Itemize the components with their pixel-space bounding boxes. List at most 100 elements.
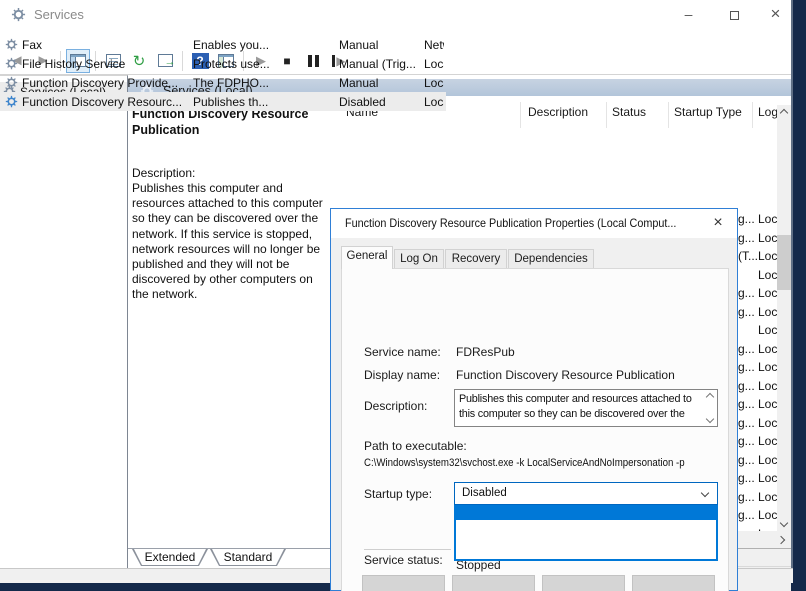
column-header-startup-type[interactable]: Startup Type (674, 105, 742, 119)
scroll-up-button[interactable] (777, 105, 791, 121)
services-gear-icon (11, 7, 26, 22)
service-logon-cell: Loc (758, 397, 777, 411)
table-row[interactable]: g... Loc (738, 488, 777, 507)
table-row[interactable]: Fax Enables you... Manual Netw... (0, 35, 446, 54)
tab-standard[interactable]: Standard (210, 549, 286, 566)
service-control-button[interactable] (632, 575, 715, 591)
table-row[interactable]: g... Loc (738, 469, 777, 488)
table-row[interactable]: g... Loc (738, 432, 777, 451)
service-logon-cell: Loc (758, 416, 777, 430)
service-gear-icon (5, 76, 18, 89)
table-row[interactable]: Loc (738, 266, 777, 285)
table-row[interactable]: File History Service Protects use... Man… (0, 54, 446, 73)
table-row[interactable]: g... Loc (738, 303, 777, 322)
service-gear-icon (5, 38, 18, 51)
service-name-label: Service name: (364, 345, 441, 359)
textbox-scroll-arrows[interactable] (703, 390, 717, 426)
service-name-cell: Fax (22, 38, 42, 52)
services-rows: Fax Enables you... Manual Netw... File H… (0, 35, 446, 111)
chevron-down-icon (701, 489, 709, 497)
service-logon-cell: Loc (758, 286, 777, 300)
table-row[interactable]: g... Loc (738, 229, 777, 248)
column-header-description[interactable]: Description (528, 105, 588, 119)
tab-extended[interactable]: Extended (132, 549, 208, 566)
path-label: Path to executable: (364, 439, 467, 453)
service-control-button[interactable] (452, 575, 535, 591)
service-logon-cell: Loca... (424, 95, 444, 109)
table-row[interactable]: g... Loc (738, 414, 777, 433)
table-row[interactable]: Function Discovery Provide... The FDPHO.… (0, 73, 446, 92)
column-header-log-on-as[interactable]: Log (758, 105, 778, 119)
table-row[interactable]: g... Loc (738, 210, 777, 229)
maximize-button[interactable] (712, 0, 757, 28)
tab-dependencies[interactable]: Dependencies (508, 249, 594, 269)
service-gear-icon (5, 57, 18, 70)
description-label: Description: (364, 399, 427, 413)
service-description-cell: The FDPHO... (193, 76, 276, 90)
service-logon-cell: Loc (758, 508, 777, 522)
table-row[interactable]: g... Loc (738, 358, 777, 377)
display-name-label: Display name: (364, 368, 440, 382)
service-logon-cell: Loca... (424, 57, 444, 71)
chevron-down-icon[interactable] (706, 415, 714, 423)
service-logon-cell: Loc (758, 434, 777, 448)
service-name-cell: Function Discovery Resourc... (22, 95, 182, 109)
scrollbar-thumb[interactable] (777, 235, 791, 290)
service-properties-dialog: Function Discovery Resource Publication … (330, 208, 738, 591)
service-startup-cell: g... (738, 342, 758, 356)
startup-type-combobox[interactable]: Disabled (454, 482, 718, 505)
scroll-right-button[interactable] (773, 531, 789, 548)
service-name-cell: File History Service (22, 57, 125, 71)
dropdown-option[interactable] (456, 507, 716, 520)
close-button[interactable]: × (758, 0, 793, 28)
service-control-button[interactable] (542, 575, 625, 591)
service-name-value: FDResPub (456, 345, 515, 359)
startup-type-dropdown-list (454, 505, 718, 561)
service-name-cell: Function Discovery Provide... (22, 76, 178, 90)
service-logon-cell: Loc (758, 379, 777, 393)
dropdown-option[interactable] (456, 520, 716, 533)
column-header-status[interactable]: Status (612, 105, 646, 119)
table-row[interactable]: g... Loc (738, 451, 777, 470)
tab-recovery[interactable]: Recovery (445, 249, 507, 269)
table-row[interactable]: Function Discovery Resourc... Publishes … (0, 92, 446, 111)
service-startup-cell: Disabled (339, 95, 424, 109)
service-logon-cell: Loc (758, 453, 777, 467)
desktop: Services – × ◄ ► ↻ → ? ▶ ■ ▶ (0, 0, 806, 591)
table-row[interactable]: Loc (738, 321, 777, 340)
scroll-down-button[interactable] (777, 515, 791, 531)
description-textbox[interactable]: Publishes this computer and resources at… (454, 389, 718, 427)
horizontal-scrollbar[interactable] (738, 531, 791, 548)
service-startup-cell: g... (738, 453, 758, 467)
service-startup-cell: (T... (738, 249, 758, 263)
path-value: C:\Windows\system32\svchost.exe -k Local… (364, 457, 685, 469)
service-startup-cell: Manual (339, 38, 424, 52)
minimize-button[interactable]: – (666, 0, 711, 28)
table-row[interactable]: g... Loc (738, 506, 777, 525)
service-description-cell: Enables you... (193, 38, 276, 52)
tab-log-on[interactable]: Log On (394, 249, 444, 269)
table-row[interactable]: g... Loc (738, 284, 777, 303)
table-row[interactable]: g... Loc (738, 340, 777, 359)
chevron-up-icon[interactable] (706, 393, 714, 401)
tab-general[interactable]: General (341, 246, 393, 269)
dropdown-option[interactable] (456, 545, 716, 558)
service-logon-cell: Loc (758, 490, 777, 504)
service-logon-cell: Loc (758, 323, 777, 337)
service-logon-cell: Loc (758, 342, 777, 356)
service-logon-cell: Loc (758, 249, 777, 263)
table-row[interactable]: g... Loc (738, 377, 777, 396)
service-startup-cell: g... (738, 286, 758, 300)
table-row[interactable]: g... Loc (738, 395, 777, 414)
table-row[interactable]: (T... Loc (738, 247, 777, 266)
dialog-close-button[interactable]: × (703, 210, 733, 236)
service-logon-cell: Loc (758, 471, 777, 485)
service-logon-cell: Loc (758, 231, 777, 245)
service-startup-cell: g... (738, 212, 758, 226)
dropdown-option[interactable] (456, 533, 716, 546)
startup-type-label: Startup type: (364, 487, 432, 501)
window-title: Services (34, 7, 84, 22)
service-control-button[interactable] (362, 575, 445, 591)
service-logon-cell: Loca... (424, 76, 444, 90)
vertical-scrollbar[interactable] (777, 105, 791, 531)
